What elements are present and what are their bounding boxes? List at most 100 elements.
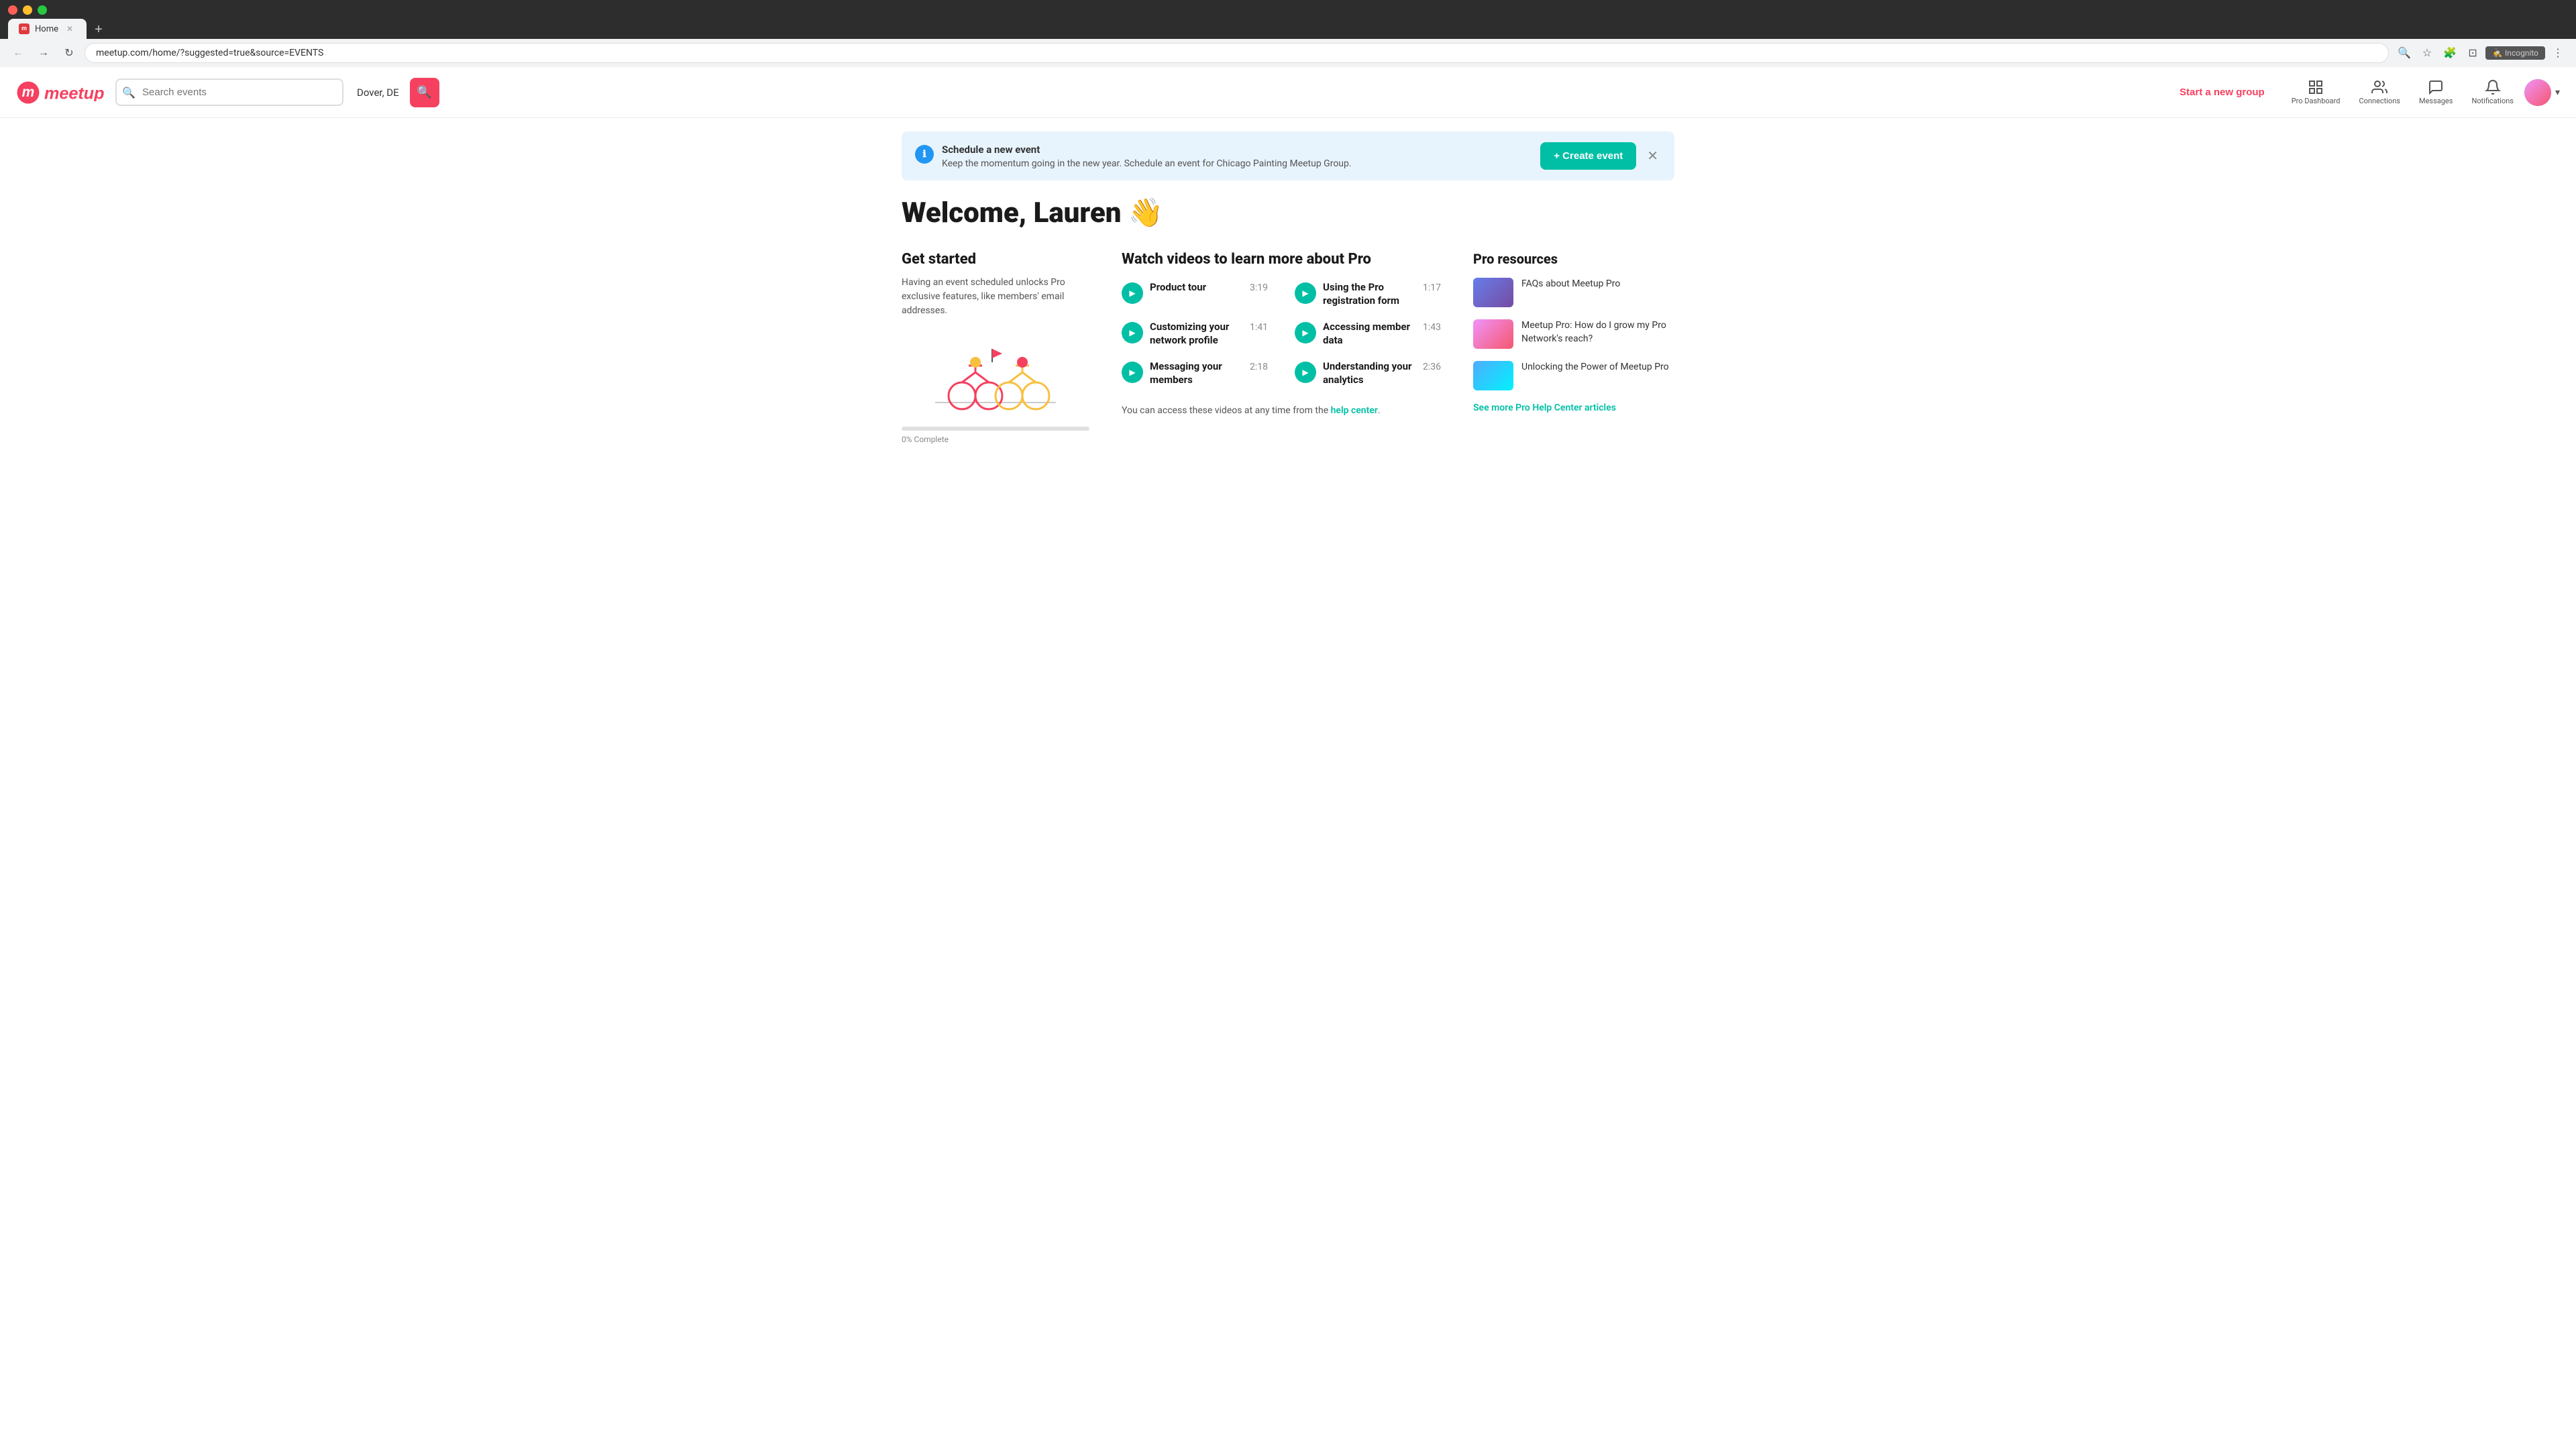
tab-favicon: m [19, 23, 30, 34]
nav-icons: Pro Dashboard Connections Messages [2284, 75, 2560, 109]
help-center-link[interactable]: help center [1331, 405, 1378, 416]
create-event-button[interactable]: + Create event [1540, 142, 1636, 170]
svg-text:meetup: meetup [44, 84, 105, 101]
browser-chrome: m Home ✕ + [0, 0, 2576, 39]
bookmark-button[interactable]: ☆ [2417, 43, 2437, 63]
resource-item[interactable]: Unlocking the Power of Meetup Pro [1473, 361, 1674, 390]
play-button-3[interactable]: ▶ [1295, 322, 1316, 343]
resource-thumbnail-0 [1473, 278, 1513, 307]
meetup-logo[interactable]: m meetup [16, 80, 105, 105]
user-avatar[interactable] [2524, 79, 2551, 106]
play-button-0[interactable]: ▶ [1122, 282, 1143, 304]
search-icon-button[interactable]: 🔍 [2394, 43, 2414, 63]
connections-label: Connections [2359, 97, 2400, 105]
bicycle-illustration [928, 329, 1063, 416]
welcome-heading: Welcome, Lauren 👋 [902, 197, 1674, 229]
video-info-2: Customizing your network profile [1150, 321, 1243, 347]
meetup-logo-svg: m [16, 80, 40, 105]
pro-dashboard-nav-item[interactable]: Pro Dashboard [2284, 75, 2349, 109]
progress-bar-container [902, 427, 1089, 431]
messages-icon [2428, 79, 2444, 95]
resource-title-2: Unlocking the Power of Meetup Pro [1521, 361, 1669, 374]
avatar-image [2524, 79, 2551, 106]
help-text-prefix: You can access these videos at any time … [1122, 405, 1331, 416]
get-started-section: Get started Having an event scheduled un… [902, 251, 1089, 444]
svg-text:m: m [22, 85, 35, 100]
video-info-4: Messaging your members [1150, 360, 1243, 386]
video-title-3: Accessing member data [1323, 321, 1416, 347]
messages-nav-item[interactable]: Messages [2411, 75, 2461, 109]
location-display[interactable]: Dover, DE [357, 87, 399, 99]
connections-icon [2371, 79, 2387, 95]
video-title-4: Messaging your members [1150, 360, 1243, 386]
video-duration-1: 1:17 [1423, 281, 1441, 293]
video-item[interactable]: ▶ Customizing your network profile 1:41 [1122, 321, 1268, 347]
meetup-text-logo: meetup [44, 83, 105, 101]
more-options-button[interactable]: ⋮ [2548, 43, 2568, 63]
video-duration-3: 1:43 [1423, 321, 1441, 333]
meetup-app: m meetup 🔍 Dover, DE 🔍 Start a new group [0, 67, 2576, 444]
three-column-layout: Get started Having an event scheduled un… [902, 251, 1674, 444]
play-button-5[interactable]: ▶ [1295, 362, 1316, 383]
video-item[interactable]: ▶ Accessing member data 1:43 [1295, 321, 1441, 347]
wave-emoji: 👋 [1128, 197, 1163, 229]
messages-label: Messages [2419, 97, 2453, 105]
avatar-dropdown-button[interactable]: ▾ [2555, 87, 2560, 98]
main-content: ℹ Schedule a new event Keep the momentum… [885, 131, 1690, 444]
video-item[interactable]: ▶ Using the Pro registration form 1:17 [1295, 281, 1441, 307]
close-window-button[interactable] [8, 5, 17, 15]
profile-button[interactable]: ⊡ [2463, 43, 2483, 63]
browser-tabs: m Home ✕ + [8, 19, 2568, 39]
video-info-0: Product tour [1150, 281, 1243, 294]
browser-actions: 🔍 ☆ 🧩 ⊡ 🕵 Incognito ⋮ [2394, 43, 2568, 63]
tab-close-button[interactable]: ✕ [64, 23, 76, 35]
welcome-text: Welcome, Lauren [902, 197, 1122, 229]
videos-section: Watch videos to learn more about Pro ▶ P… [1122, 251, 1441, 416]
connections-nav-item[interactable]: Connections [2351, 75, 2408, 109]
search-container: 🔍 [115, 78, 343, 106]
incognito-label: Incognito [2505, 48, 2538, 58]
resource-item[interactable]: Meetup Pro: How do I grow my Pro Network… [1473, 319, 1674, 349]
video-info-3: Accessing member data [1323, 321, 1416, 347]
play-button-1[interactable]: ▶ [1295, 282, 1316, 304]
banner-info-icon: ℹ [915, 145, 934, 164]
video-duration-5: 2:36 [1423, 360, 1441, 372]
active-tab[interactable]: m Home ✕ [8, 19, 87, 39]
address-bar[interactable]: meetup.com/home/?suggested=true&source=E… [85, 43, 2389, 63]
start-new-group-button[interactable]: Start a new group [2171, 81, 2273, 103]
url-text: meetup.com/home/?suggested=true&source=E… [96, 48, 323, 58]
resource-item[interactable]: FAQs about Meetup Pro [1473, 278, 1674, 307]
video-title-2: Customizing your network profile [1150, 321, 1243, 347]
minimize-window-button[interactable] [23, 5, 32, 15]
reload-button[interactable]: ↻ [59, 43, 79, 63]
forward-button[interactable]: → [34, 43, 54, 63]
video-title-5: Understanding your analytics [1323, 360, 1416, 386]
schedule-banner: ℹ Schedule a new event Keep the momentum… [902, 131, 1674, 180]
back-button[interactable]: ← [8, 43, 28, 63]
video-item[interactable]: ▶ Understanding your analytics 2:36 [1295, 360, 1441, 386]
banner-close-button[interactable]: ✕ [1644, 145, 1661, 167]
incognito-badge: 🕵 Incognito [2485, 46, 2545, 60]
search-submit-button[interactable]: 🔍 [410, 78, 439, 107]
help-text-suffix: . [1378, 405, 1381, 416]
video-item[interactable]: ▶ Messaging your members 2:18 [1122, 360, 1268, 386]
browser-address-bar-row: ← → ↻ meetup.com/home/?suggested=true&so… [0, 39, 2576, 67]
maximize-window-button[interactable] [38, 5, 47, 15]
get-started-title: Get started [902, 251, 1089, 268]
help-center-text: You can access these videos at any time … [1122, 405, 1441, 416]
resource-thumbnail-1 [1473, 319, 1513, 349]
play-button-4[interactable]: ▶ [1122, 362, 1143, 383]
search-icon: 🔍 [122, 86, 136, 99]
resource-title-1: Meetup Pro: How do I grow my Pro Network… [1521, 319, 1674, 345]
extensions-button[interactable]: 🧩 [2440, 43, 2460, 63]
play-button-2[interactable]: ▶ [1122, 322, 1143, 343]
tab-title: Home [35, 24, 58, 34]
videos-grid: ▶ Product tour 3:19 ▶ Using the Pro regi… [1122, 281, 1441, 386]
video-duration-0: 3:19 [1250, 281, 1268, 293]
video-item[interactable]: ▶ Product tour 3:19 [1122, 281, 1268, 307]
search-input[interactable] [115, 78, 343, 106]
notifications-nav-item[interactable]: Notifications [2463, 75, 2522, 109]
see-more-pro-help-link[interactable]: See more Pro Help Center articles [1473, 402, 1674, 413]
new-tab-button[interactable]: + [89, 20, 108, 39]
pro-dashboard-label: Pro Dashboard [2292, 97, 2341, 105]
